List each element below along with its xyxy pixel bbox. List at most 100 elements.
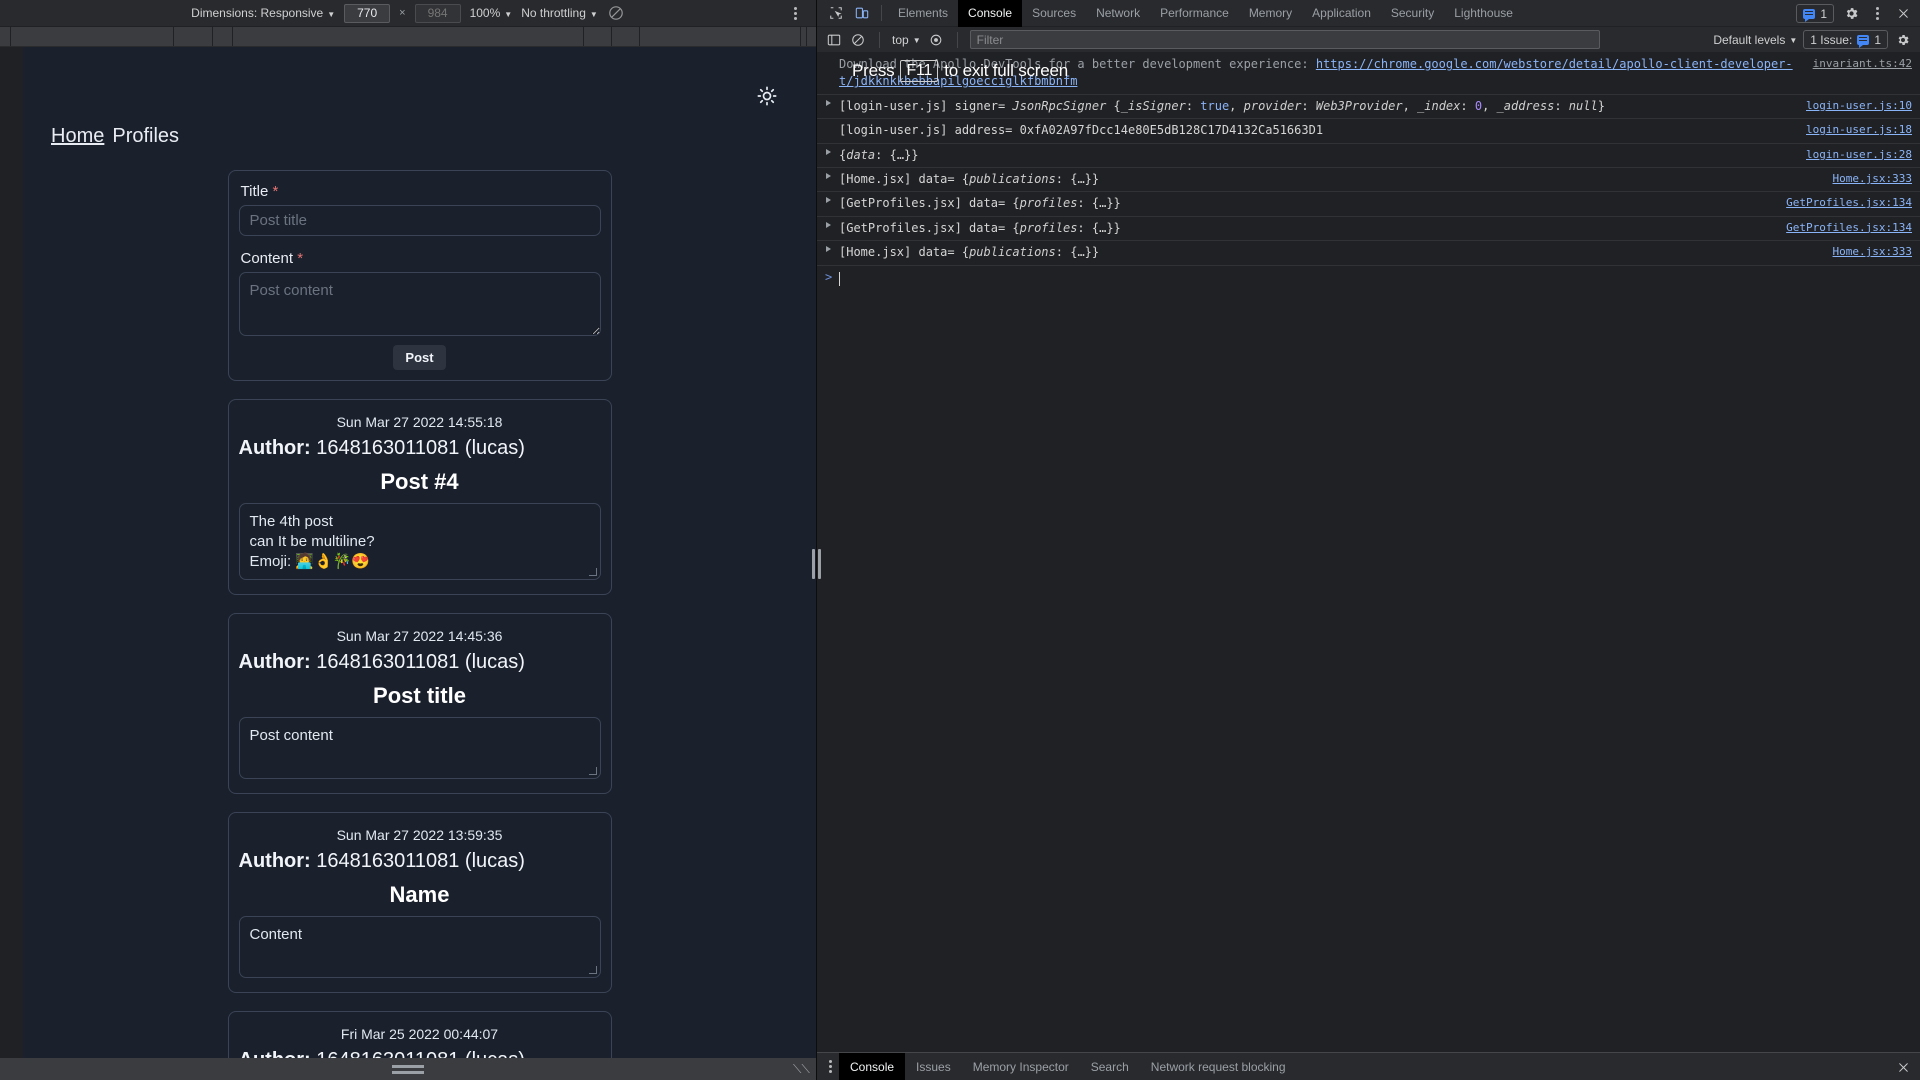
dimensions-select[interactable]: Dimensions: Responsive ▼ — [191, 6, 335, 20]
console-sidebar-icon[interactable] — [825, 31, 843, 49]
console-prompt[interactable]: > — [817, 266, 1920, 292]
post-author: Author: 1648163011081 (lucas) — [239, 850, 601, 873]
expand-triangle-icon[interactable] — [826, 197, 831, 204]
console-text-fragment: publications — [969, 171, 1056, 186]
post-author: Author: 1648163011081 (lucas) — [239, 437, 601, 460]
clear-console-icon[interactable] — [849, 31, 867, 49]
gear-icon[interactable] — [1842, 5, 1860, 23]
console-text-fragment: { — [1113, 98, 1121, 113]
post-body[interactable]: Post content — [238, 717, 601, 780]
issue-icon — [1857, 34, 1870, 48]
post-body[interactable]: The 4th post can It be multiline? Emoji:… — [238, 503, 601, 581]
tab-application[interactable]: Application — [1302, 0, 1381, 27]
post-submit-button[interactable]: Post — [393, 345, 446, 370]
console-message[interactable]: [GetProfiles.jsx] data= {profiles: {…}} G… — [817, 192, 1920, 217]
message-icon — [1803, 8, 1816, 22]
log-levels-select[interactable]: Default levels ▼ — [1713, 33, 1797, 47]
devtools-more-button[interactable] — [1868, 5, 1886, 23]
browser-window: Dimensions: Responsive ▼ × 100% ▼ No thr… — [0, 0, 1920, 1080]
rotate-device-icon[interactable] — [607, 4, 625, 22]
tab-memory[interactable]: Memory — [1239, 0, 1302, 27]
post-title: Post title — [373, 683, 466, 709]
console-message-source-link[interactable]: login-user.js:10 — [1806, 98, 1912, 114]
tab-elements[interactable]: Elements — [888, 0, 958, 27]
console-message-source-link[interactable]: invariant.ts:42 — [1813, 56, 1912, 72]
console-message[interactable]: [login-user.js] address= 0xfA02A97fDcc14… — [817, 119, 1920, 144]
console-filter-input[interactable] — [969, 30, 1600, 49]
console-text-fragment: { — [961, 171, 970, 186]
viewport-resize-handle[interactable] — [392, 1064, 424, 1074]
post-body[interactable]: Content — [238, 916, 601, 979]
console-message[interactable]: [Home.jsx] data= {publications: {…}} Home… — [817, 168, 1920, 193]
drawer-tab-issues[interactable]: Issues — [905, 1053, 962, 1080]
execution-context-label: top — [892, 32, 909, 47]
tab-performance[interactable]: Performance — [1150, 0, 1239, 27]
post-date: Sun Mar 27 2022 14:55:18 — [336, 414, 503, 430]
throttling-select[interactable]: No throttling ▼ — [521, 6, 598, 20]
live-expression-icon[interactable] — [927, 31, 945, 49]
devtools-tabbar: Elements Console Sources Network Performance… — [817, 0, 1920, 27]
expand-triangle-icon[interactable] — [826, 99, 831, 106]
console-message[interactable]: [Home.jsx] data= {publications: {…}} Home… — [817, 241, 1920, 266]
content-label-text: Content — [240, 250, 294, 267]
tab-security[interactable]: Security — [1381, 0, 1444, 27]
console-text-fragment: _address — [1496, 98, 1555, 113]
pane-splitter[interactable] — [810, 47, 822, 1080]
drawer-tab-search[interactable]: Search — [1080, 1053, 1140, 1080]
console-message-source-link[interactable]: login-user.js:18 — [1806, 122, 1912, 138]
drawer-more-button[interactable] — [821, 1058, 839, 1076]
post-author-label: Author: — [239, 1049, 311, 1058]
viewport-corner-resize-handle[interactable]: ⟋⟋ — [793, 1062, 810, 1077]
post-title: Name — [389, 882, 450, 908]
sun-icon[interactable] — [754, 83, 780, 109]
execution-context-select[interactable]: top ▼ — [892, 33, 921, 47]
close-icon[interactable] — [1894, 5, 1912, 23]
chevron-down-icon: ▼ — [504, 9, 513, 19]
expand-triangle-icon[interactable] — [826, 148, 831, 155]
console-message[interactable]: {data: {…}} login-user.js:28 — [817, 144, 1920, 168]
issues-badge[interactable]: 1 Issue: 1 — [1803, 30, 1888, 49]
devtools-tab-list: Elements Console Sources Network Performance… — [888, 0, 1523, 27]
message-count-badge[interactable]: 1 — [1796, 4, 1834, 23]
tab-console[interactable]: Console — [958, 0, 1023, 27]
console-message-text: [login-user.js] signer= JsonRpcSigner {_… — [839, 98, 1794, 115]
expand-triangle-icon[interactable] — [826, 172, 831, 179]
drawer-close-icon[interactable] — [1897, 1053, 1910, 1080]
expand-triangle-icon[interactable] — [826, 221, 831, 228]
toggle-device-toolbar-icon[interactable] — [849, 2, 875, 24]
tab-sources[interactable]: Sources — [1022, 0, 1086, 27]
tab-lighthouse[interactable]: Lighthouse — [1444, 0, 1523, 27]
drawer-tab-console[interactable]: Console — [839, 1052, 906, 1080]
console-message-source-link[interactable]: login-user.js:28 — [1806, 147, 1912, 163]
console-message-source-link[interactable]: GetProfiles.jsx:134 — [1786, 195, 1912, 211]
nav-link-profiles[interactable]: Profiles — [112, 125, 179, 147]
inspect-element-icon[interactable] — [823, 2, 849, 24]
tab-network[interactable]: Network — [1086, 0, 1150, 27]
post-author-value: 1648163011081 (lucas) — [311, 1049, 525, 1058]
viewport-width-input[interactable] — [344, 3, 391, 23]
message-count: 1 — [1820, 6, 1827, 21]
device-toolbar-more-button[interactable] — [786, 0, 804, 27]
console-text-fragment: : {…}} — [1055, 171, 1100, 186]
console-message-source-link[interactable]: Home.jsx:333 — [1833, 244, 1912, 260]
console-message[interactable]: [GetProfiles.jsx] data= {profiles: {…}} G… — [817, 217, 1920, 242]
console-message-source-link[interactable]: Home.jsx:333 — [1833, 171, 1912, 187]
post-content-textarea[interactable] — [238, 272, 601, 336]
dimensions-label: Dimensions: Responsive — [191, 6, 324, 20]
nav-link-home[interactable]: Home — [51, 125, 104, 147]
post-title-input[interactable] — [238, 205, 601, 236]
content-field-label: Content * — [241, 250, 601, 267]
console-message[interactable]: Download the Apollo DevTools for a bette… — [817, 53, 1920, 95]
console-message-source-link[interactable]: GetProfiles.jsx:134 — [1786, 220, 1912, 236]
post-author: Author: 1648163011081 (lucas) — [239, 1049, 601, 1058]
viewport-height-input[interactable] — [414, 3, 461, 23]
console-settings-gear-icon[interactable] — [1894, 31, 1912, 49]
console-message[interactable]: [login-user.js] signer= JsonRpcSigner {_… — [817, 95, 1920, 120]
console-message-text: [GetProfiles.jsx] data= {profiles: {…}} — [839, 195, 1774, 212]
drawer-tab-memory-inspector[interactable]: Memory Inspector — [962, 1053, 1080, 1080]
drawer-tab-network-request-blocking[interactable]: Network request blocking — [1140, 1053, 1297, 1080]
console-message-list[interactable]: Download the Apollo DevTools for a bette… — [817, 53, 1920, 1052]
expand-triangle-icon[interactable] — [826, 246, 831, 253]
zoom-select[interactable]: 100% ▼ — [470, 6, 513, 20]
console-text-fragment: : {…}} — [875, 147, 919, 162]
